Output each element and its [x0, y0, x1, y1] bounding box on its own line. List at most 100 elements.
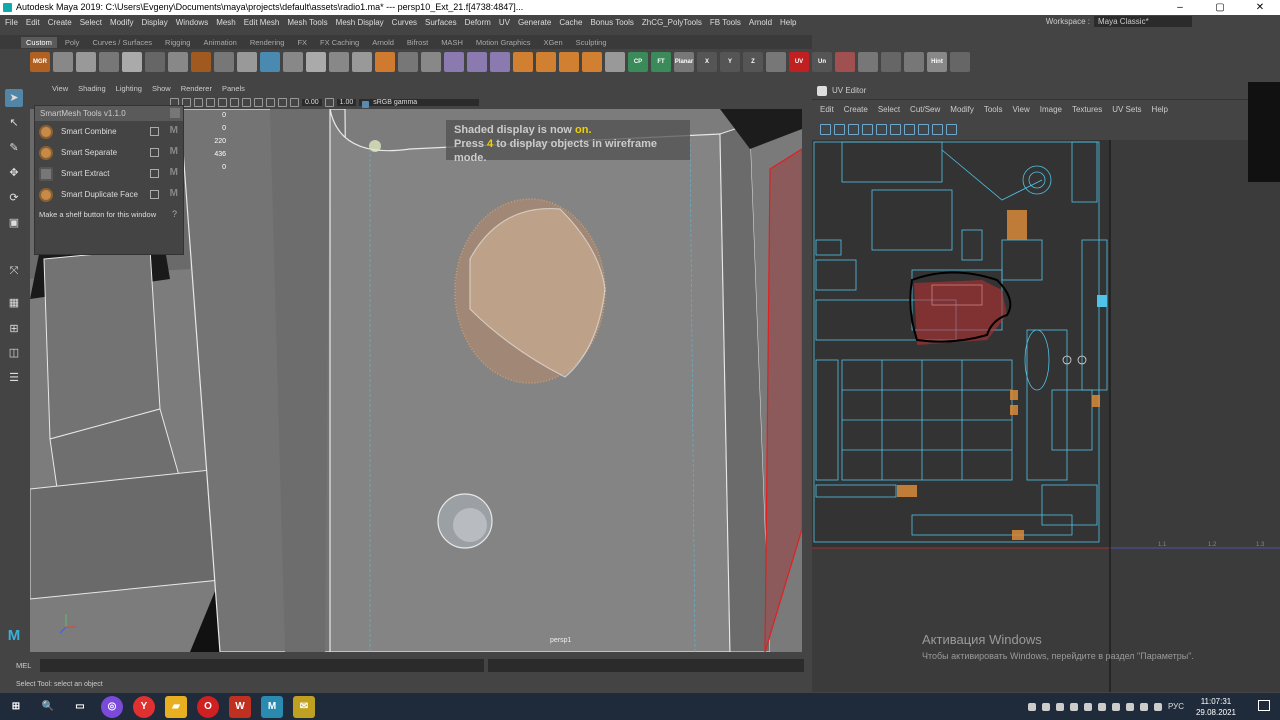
shelf-button-icon[interactable]: Un — [812, 52, 832, 72]
mel-input[interactable] — [40, 658, 484, 672]
menu-select[interactable]: Select — [80, 18, 102, 27]
menu-curves[interactable]: Curves — [392, 18, 417, 27]
gamma-field[interactable]: 1.00 — [336, 98, 357, 106]
menu-arnold[interactable]: Arnold — [749, 18, 772, 27]
opera-icon[interactable]: O — [197, 695, 219, 718]
menu-cache[interactable]: Cache — [559, 18, 582, 27]
menu-uv[interactable]: UV — [499, 18, 510, 27]
smooth-shade-icon[interactable] — [206, 97, 215, 107]
tray-icon[interactable] — [1027, 702, 1036, 711]
maya-taskbar-icon[interactable]: M — [261, 695, 283, 718]
shelf-button-icon[interactable] — [513, 52, 533, 72]
maya-m-icon[interactable]: M — [170, 125, 178, 136]
yandex-browser-icon[interactable]: Y — [133, 695, 155, 718]
maya-m-icon[interactable]: M — [170, 167, 178, 178]
menu-windows[interactable]: Windows — [176, 18, 208, 27]
shelf-button-icon[interactable]: X — [697, 52, 717, 72]
uv-tool-icon[interactable] — [946, 123, 957, 135]
shelf-button-icon[interactable] — [99, 52, 119, 72]
shelf-button-icon[interactable] — [283, 52, 303, 72]
options-icon[interactable] — [150, 190, 159, 199]
options-icon[interactable] — [150, 127, 159, 136]
help-icon[interactable]: ? — [172, 209, 177, 219]
shelf-tab-xgen[interactable]: XGen — [543, 38, 562, 47]
shelf-button-icon[interactable] — [122, 52, 142, 72]
shelf-button-icon[interactable] — [76, 52, 96, 72]
mel-label[interactable]: MEL — [0, 661, 40, 670]
make-shelf-button[interactable]: Make a shelf button for this window ? — [35, 205, 183, 224]
shelf-button-icon[interactable] — [881, 52, 901, 72]
uv-menu-modify[interactable]: Modify — [950, 105, 974, 114]
shelf-button-icon[interactable] — [559, 52, 579, 72]
color-space-dropdown[interactable]: sRGB gamma — [359, 98, 480, 108]
shelf-tab-fx-caching[interactable]: FX Caching — [320, 38, 359, 47]
language-indicator[interactable]: РУС — [1168, 702, 1184, 711]
start-icon[interactable]: ⊞ — [5, 696, 27, 718]
maya-m-icon[interactable]: M — [170, 146, 178, 157]
shelf-button-icon[interactable] — [766, 52, 786, 72]
viewport-menu-view[interactable]: View — [52, 84, 68, 93]
smart-duplicate-face-button[interactable]: Smart Duplicate Face M — [35, 184, 183, 205]
maya-m-icon[interactable]: M — [170, 188, 178, 199]
shelf-button-icon[interactable] — [444, 52, 464, 72]
shelf-tab-rendering[interactable]: Rendering — [250, 38, 285, 47]
shelf-button-icon[interactable] — [260, 52, 280, 72]
uv-editor-title[interactable]: UV Editor — [812, 82, 1280, 100]
shelf-button-icon[interactable] — [329, 52, 349, 72]
uv-tool-icon[interactable] — [862, 123, 873, 135]
menu-create[interactable]: Create — [48, 18, 72, 27]
options-icon[interactable] — [150, 169, 159, 178]
paint-select-icon[interactable]: ✎ — [5, 139, 23, 157]
xray-icon[interactable] — [254, 97, 263, 107]
shelf-button-icon[interactable] — [950, 52, 970, 72]
minimize-button[interactable]: – — [1160, 0, 1200, 15]
shelf-button-icon[interactable] — [191, 52, 211, 72]
exposure-icon[interactable] — [290, 97, 299, 107]
shelf-button-icon[interactable]: Hint — [927, 52, 947, 72]
tray-icon[interactable] — [1055, 702, 1064, 711]
shelf-tab-curves-surfaces[interactable]: Curves / Surfaces — [92, 38, 152, 47]
tray-icon[interactable] — [1097, 702, 1106, 711]
rotate-tool-icon[interactable]: ⟳ — [5, 189, 23, 207]
shelf-button-icon[interactable] — [605, 52, 625, 72]
shadows-icon[interactable] — [242, 97, 251, 107]
smartmesh-title-bar[interactable]: SmartMesh Tools v1.1.0 — [35, 106, 183, 121]
menu-mesh-display[interactable]: Mesh Display — [336, 18, 384, 27]
shelf-button-icon[interactable] — [536, 52, 556, 72]
shelf-button-icon[interactable]: CP — [628, 52, 648, 72]
menu-bonus-tools[interactable]: Bonus Tools — [590, 18, 633, 27]
tray-icon[interactable] — [1083, 702, 1092, 711]
shelf-tab-poly[interactable]: Poly — [65, 38, 80, 47]
shelf-button-icon[interactable] — [53, 52, 73, 72]
shelf-button-icon[interactable] — [168, 52, 188, 72]
file-explorer-icon[interactable]: ▰ — [165, 695, 187, 718]
smart-combine-button[interactable]: Smart Combine M — [35, 121, 183, 142]
shelf-tab-rigging[interactable]: Rigging — [165, 38, 190, 47]
notifications-icon[interactable] — [1258, 700, 1270, 711]
single-view-icon[interactable]: ▦ — [5, 294, 23, 312]
shelf-button-icon[interactable] — [352, 52, 372, 72]
shelf-tab-arnold[interactable]: Arnold — [372, 38, 394, 47]
shelf-button-icon[interactable] — [237, 52, 257, 72]
outliner-icon[interactable]: ☰ — [5, 369, 23, 387]
wps-icon[interactable]: W — [229, 695, 251, 718]
menu-file[interactable]: File — [5, 18, 18, 27]
uv-menu-help[interactable]: Help — [1152, 105, 1168, 114]
maximize-button[interactable]: ▢ — [1200, 0, 1240, 15]
menu-mesh-tools[interactable]: Mesh Tools — [287, 18, 327, 27]
uv-canvas[interactable]: 1.1 1.2 1.3 Активация Windows Чтобы акти… — [812, 140, 1280, 692]
select-tool-icon[interactable]: ➤ — [5, 89, 23, 107]
uv-menu-image[interactable]: Image — [1040, 105, 1062, 114]
shelf-button-icon[interactable] — [306, 52, 326, 72]
uv-tool-icon[interactable] — [918, 123, 929, 135]
shelf-button-icon[interactable]: FT — [651, 52, 671, 72]
menu-display[interactable]: Display — [142, 18, 168, 27]
uv-menu-tools[interactable]: Tools — [984, 105, 1003, 114]
shelf-tab-sculpting[interactable]: Sculpting — [576, 38, 607, 47]
isolate-icon[interactable] — [266, 97, 275, 107]
manipulator-icon[interactable]: ⤧ — [5, 262, 23, 280]
shelf-button-icon[interactable] — [490, 52, 510, 72]
shelf-button-icon[interactable] — [904, 52, 924, 72]
menu-edit[interactable]: Edit — [26, 18, 40, 27]
tray-icon[interactable] — [1041, 702, 1050, 711]
